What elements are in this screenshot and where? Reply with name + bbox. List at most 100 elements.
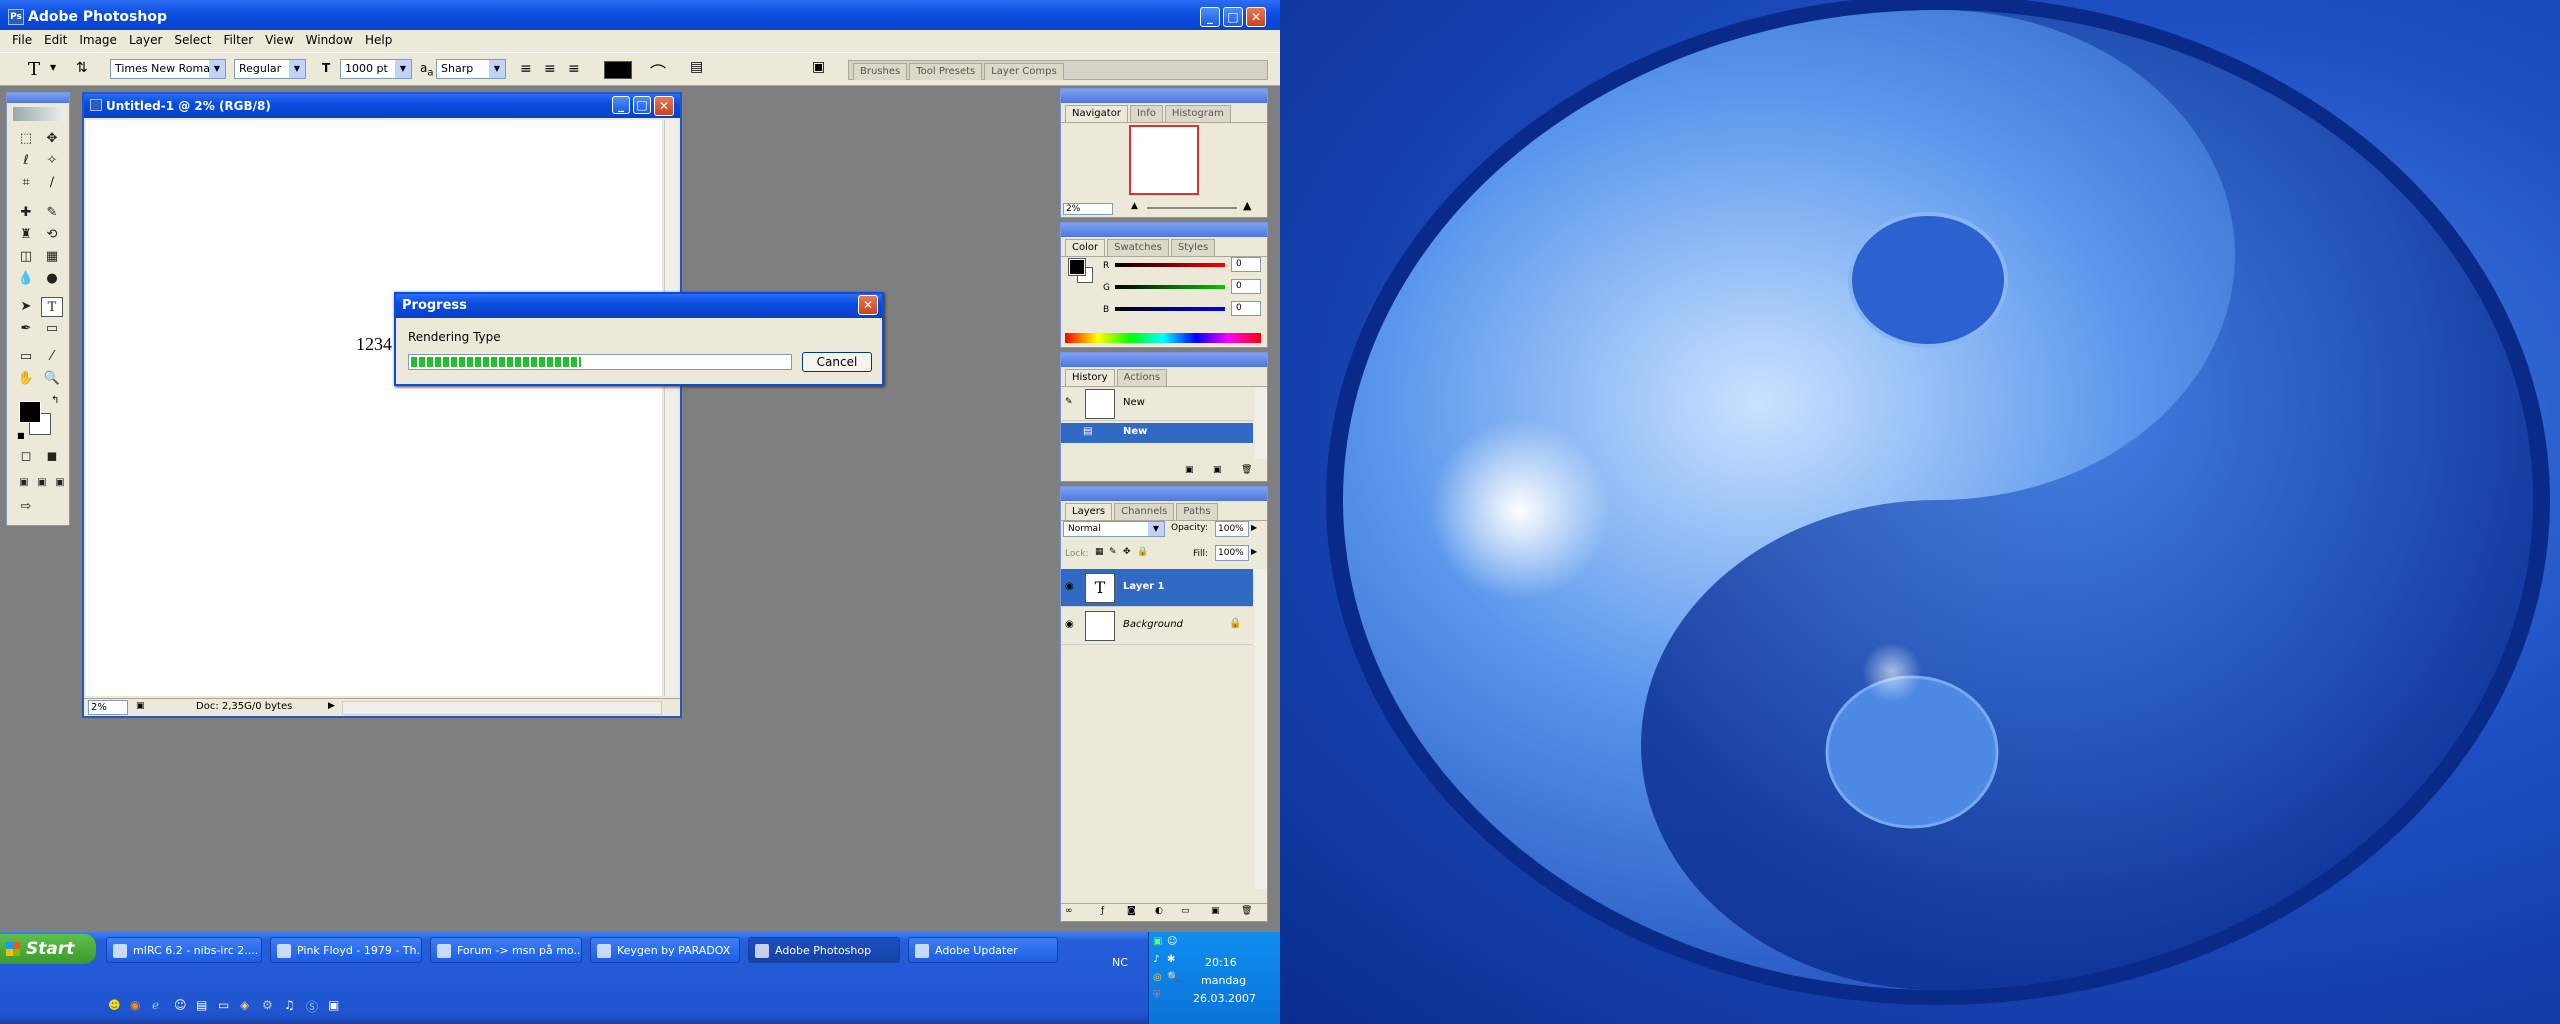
warp-text-icon[interactable]: ⌒ (650, 59, 666, 83)
taskbar-button-firefox[interactable]: Forum -> msn på mo... (430, 937, 582, 963)
crop-tool-icon[interactable]: ⌗ (15, 173, 37, 193)
menu-view[interactable]: View (259, 30, 299, 50)
history-snapshot-row[interactable]: ✎ New (1061, 387, 1253, 421)
eraser-tool-icon[interactable]: ◫ (15, 247, 37, 267)
history-brush-tool-icon[interactable]: ⟲ (41, 225, 63, 245)
menu-help[interactable]: Help (359, 30, 398, 50)
horizontal-scrollbar[interactable] (342, 701, 662, 715)
document-zoom-field[interactable]: 2% (88, 700, 128, 715)
tray-network-icon[interactable]: ▣ (1153, 936, 1162, 947)
color-tab-swatches[interactable]: Swatches (1107, 239, 1169, 256)
marquee-tool-icon[interactable]: ⬚ (15, 129, 37, 149)
opacity-arrow-icon[interactable]: ▶ (1251, 523, 1257, 532)
palettes-toggle-icon[interactable]: ▤ (690, 59, 703, 75)
tray-security-icon[interactable]: ⛨ (1153, 990, 1161, 1001)
quick-launch-ie-icon[interactable]: ℯ (152, 998, 159, 1012)
tray-update-icon[interactable]: ◎ (1153, 972, 1162, 983)
path-selection-tool-icon[interactable]: ➤ (15, 297, 37, 317)
font-size-select[interactable]: 1000 pt ▼ (340, 59, 412, 79)
blend-mode-select[interactable]: Normal ▼ (1063, 521, 1165, 537)
lock-all-icon[interactable]: 🔒 (1137, 547, 1148, 557)
preset-dropdown-icon[interactable]: ▼ (50, 63, 56, 72)
tools-palette-header[interactable] (7, 93, 69, 103)
notes-tool-icon[interactable]: ▭ (15, 347, 37, 367)
lock-transparency-icon[interactable]: ▦ (1095, 547, 1104, 557)
brush-tool-icon[interactable]: ✎ (41, 203, 63, 223)
lock-position-icon[interactable]: ✥ (1123, 547, 1131, 557)
align-left-icon[interactable]: ≡ (520, 61, 532, 77)
quick-launch-photoshop-icon[interactable]: ▣ (328, 998, 339, 1012)
quick-launch-messenger-icon[interactable]: ☺ (174, 998, 187, 1012)
fill-arrow-icon[interactable]: ▶ (1251, 547, 1257, 556)
start-button[interactable]: Start (0, 934, 96, 964)
menu-layer[interactable]: Layer (123, 30, 168, 50)
clock-time[interactable]: 20:16 (1205, 956, 1237, 969)
layer-visibility-eye-icon[interactable]: ◉ (1065, 581, 1074, 592)
history-scrollbar[interactable] (1255, 387, 1267, 459)
shape-tool-icon[interactable]: ▭ (41, 319, 63, 339)
taskbar-button-mirc[interactable]: mIRC 6.2 - nibs-irc 2.... (106, 937, 262, 963)
color-tab-color[interactable]: Color (1065, 239, 1106, 256)
font-style-select[interactable]: Regular ▼ (234, 59, 306, 79)
blur-tool-icon[interactable]: 💧 (15, 269, 37, 289)
text-color-swatch[interactable] (604, 61, 632, 79)
cancel-button[interactable]: Cancel (802, 352, 872, 372)
align-center-icon[interactable]: ≡ (544, 61, 556, 77)
align-right-icon[interactable]: ≡ (568, 61, 580, 77)
navigator-zoom-slider[interactable] (1147, 207, 1237, 209)
layers-tab-paths[interactable]: Paths (1176, 503, 1218, 520)
font-family-select[interactable]: Times New Roman ▼ (110, 59, 226, 79)
gradient-tool-icon[interactable]: ▦ (41, 247, 63, 267)
zoom-out-icon[interactable]: ▲ (1131, 201, 1138, 211)
quick-launch-steam-icon[interactable]: ⚙ (262, 998, 273, 1012)
move-tool-icon[interactable]: ✥ (41, 129, 63, 149)
layers-panel-header[interactable] (1061, 487, 1267, 501)
eyedropper-tool-icon[interactable]: ⁄ (41, 347, 63, 367)
clone-stamp-tool-icon[interactable]: ♜ (15, 225, 37, 245)
color-foreground-swatch[interactable] (1068, 258, 1086, 276)
navigator-preview[interactable] (1129, 125, 1199, 195)
layer-row[interactable]: ◉ Background 🔒 (1061, 607, 1253, 645)
delete-state-icon[interactable]: 🗑 (1241, 465, 1252, 475)
new-document-from-state-icon[interactable]: ▣ (1185, 465, 1194, 475)
file-browser-icon[interactable]: ▣ (812, 59, 825, 75)
history-tab-history[interactable]: History (1065, 369, 1115, 386)
layer-visibility-eye-icon[interactable]: ◉ (1065, 619, 1074, 630)
g-value[interactable]: 0 (1231, 279, 1261, 294)
color-tab-styles[interactable]: Styles (1170, 239, 1216, 256)
document-titlebar[interactable]: Untitled-1 @ 2% (RGB/8) _ □ ✕ (84, 94, 680, 118)
minimize-button[interactable]: _ (1200, 7, 1220, 27)
standard-mode-icon[interactable]: ◻ (15, 447, 37, 467)
antialias-select[interactable]: Sharp ▼ (436, 59, 506, 79)
history-brush-source-icon[interactable]: ✎ (1065, 397, 1073, 407)
menu-edit[interactable]: Edit (38, 30, 73, 50)
menu-image[interactable]: Image (73, 30, 123, 50)
taskbar-button-folder[interactable]: Pink Floyd - 1979 - Th... (270, 937, 422, 963)
taskbar-button-photoshop[interactable]: Adobe Photoshop (748, 937, 900, 963)
layer-row[interactable]: ◉ T Layer 1 (1061, 569, 1253, 607)
document-canvas[interactable]: 1234 (86, 120, 662, 696)
default-colors-icon[interactable]: ■ (17, 431, 25, 440)
dodge-tool-icon[interactable]: ● (41, 269, 63, 289)
magic-wand-tool-icon[interactable]: ✧ (41, 151, 63, 171)
navigator-tab-info[interactable]: Info (1129, 105, 1163, 122)
taskbar-button-keygen[interactable]: Keygen by PARADOX (590, 937, 740, 963)
document-minimize-button[interactable]: _ (612, 96, 630, 114)
type-tool-preset-icon[interactable]: T (28, 59, 40, 80)
delete-layer-icon[interactable]: 🗑 (1241, 906, 1252, 916)
layer-style-icon[interactable]: ƒ (1101, 906, 1104, 916)
history-tab-actions[interactable]: Actions (1116, 369, 1168, 386)
navigator-zoom-field[interactable]: 2% (1063, 203, 1113, 215)
quick-launch-mirc-icon[interactable]: ◈ (240, 998, 249, 1012)
link-layers-icon[interactable]: ∞ (1065, 906, 1073, 916)
tray-volume-icon[interactable]: ♪ (1153, 954, 1159, 965)
layers-tab-layers[interactable]: Layers (1065, 503, 1113, 520)
color-panel-header[interactable] (1061, 223, 1267, 237)
document-close-button[interactable]: ✕ (654, 96, 674, 116)
fill-field[interactable]: 100% (1215, 545, 1249, 561)
screen-mode-full-icon[interactable]: ▣ (49, 473, 71, 493)
navigator-panel-header[interactable] (1061, 89, 1267, 103)
navigator-tab-navigator[interactable]: Navigator (1065, 105, 1128, 122)
slice-tool-icon[interactable]: ∕ (41, 173, 63, 193)
progress-titlebar[interactable]: Progress ✕ (396, 294, 882, 318)
